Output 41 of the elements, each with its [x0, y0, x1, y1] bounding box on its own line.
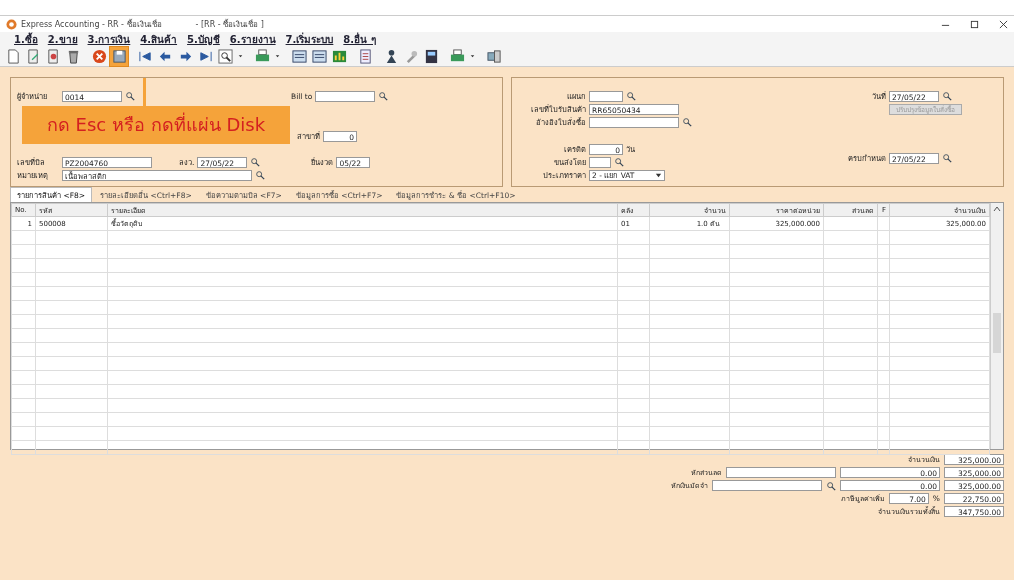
form-icon [311, 48, 327, 64]
search-icon[interactable] [125, 91, 135, 101]
department-field[interactable] [589, 90, 623, 102]
po-reference-field[interactable] [589, 116, 679, 128]
caret-icon [274, 52, 281, 60]
window-title: Express Accounting - RR - ซื้อเงินเชื่อ [21, 18, 162, 31]
menu-item[interactable]: 7.เริ่มระบบ [285, 31, 334, 47]
maximize-icon[interactable] [970, 19, 979, 29]
ship-by-field[interactable] [589, 156, 611, 168]
search-icon[interactable] [378, 91, 389, 101]
scrollbar[interactable] [990, 203, 1003, 449]
document-title: - [RR - ซื้อเงินเชื่อ ] [195, 18, 264, 31]
calculator-icon [423, 48, 439, 64]
deposit-ref-field[interactable] [712, 480, 822, 491]
scroll-thumb[interactable] [993, 313, 1001, 353]
menu-item[interactable]: 8.อื่น ๆ [343, 31, 376, 47]
menu-item[interactable]: 5.บัญชี [187, 31, 220, 47]
search-icon[interactable] [255, 170, 265, 180]
search-icon[interactable] [826, 480, 836, 491]
menu-item[interactable]: 1.ซื้อ [14, 31, 38, 47]
caret-icon [655, 171, 662, 179]
form-icon [291, 48, 307, 64]
menu-item[interactable]: 4.สินค้า [140, 31, 178, 47]
search-icon[interactable] [942, 153, 952, 163]
search-icon[interactable] [682, 117, 692, 127]
menu-item[interactable]: 6.รายงาน [229, 31, 276, 47]
close-icon[interactable] [999, 19, 1008, 29]
scroll-up-icon[interactable] [993, 205, 1001, 213]
search-icon[interactable] [942, 91, 952, 101]
caret-icon [469, 52, 476, 60]
chart-icon [331, 48, 347, 64]
menu-item[interactable]: 2.ขาย [47, 31, 78, 47]
caret-icon [237, 52, 244, 60]
menu-item[interactable]: 3.การเงิน [87, 31, 131, 47]
search-icon[interactable] [250, 157, 261, 167]
toolbar-button[interactable] [216, 46, 234, 66]
search-icon[interactable] [614, 157, 624, 167]
bill-to-field[interactable] [315, 90, 376, 102]
callout: กด Esc หรือ กดที่แผ่น Disk [22, 106, 290, 144]
search-icon[interactable] [626, 91, 636, 101]
discount-text-field[interactable] [726, 467, 836, 478]
